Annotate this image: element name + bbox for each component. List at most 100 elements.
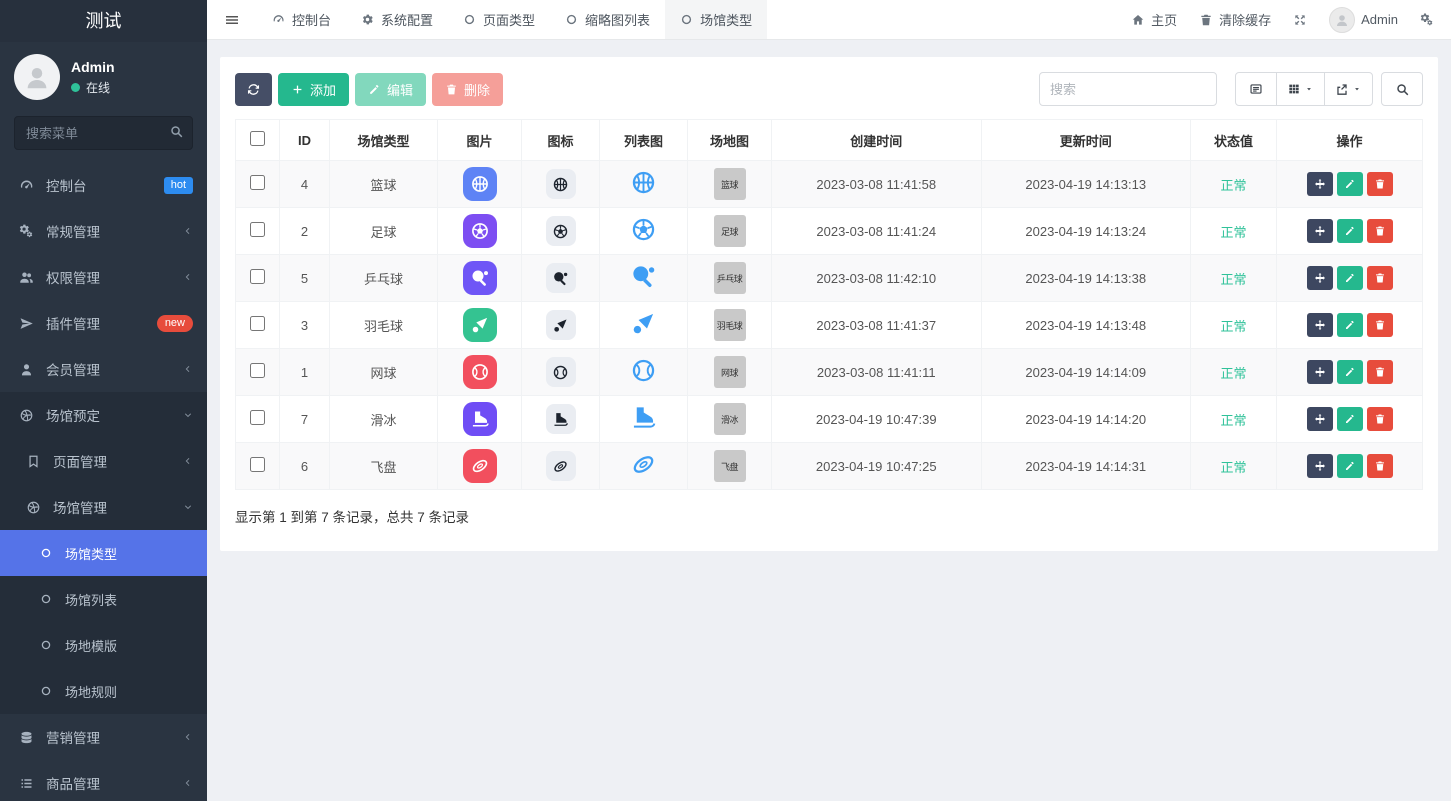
sidebar-item-venue-list[interactable]: 场馆列表: [0, 576, 207, 622]
move-row-button[interactable]: [1307, 454, 1333, 478]
badminton-list-icon[interactable]: [630, 310, 657, 337]
column-header-9[interactable]: 操作: [1277, 120, 1423, 161]
frisbee-list-icon[interactable]: [630, 451, 657, 478]
column-header-5[interactable]: 场地图: [688, 120, 772, 161]
column-header-8[interactable]: 状态值: [1191, 120, 1277, 161]
tab-system-config[interactable]: 系统配置: [346, 0, 448, 39]
delete-button[interactable]: 删除: [432, 73, 503, 106]
sidebar-item-console[interactable]: 控制台hot: [0, 162, 207, 208]
delete-row-button[interactable]: [1367, 172, 1393, 196]
column-header-6[interactable]: 创建时间: [772, 120, 982, 161]
edit-row-button[interactable]: [1337, 219, 1363, 243]
row-checkbox[interactable]: [250, 363, 265, 378]
sidebar-item-addon[interactable]: 插件管理new: [0, 300, 207, 346]
columns-button[interactable]: [1276, 72, 1325, 106]
pingpong-image[interactable]: [463, 261, 497, 295]
home-link[interactable]: 主页: [1131, 10, 1177, 29]
sidebar-item-member[interactable]: 会员管理: [0, 346, 207, 392]
sidebar-item-venue-rule[interactable]: 场地规则: [0, 668, 207, 714]
venue-map-thumbnail[interactable]: 滑冰: [714, 403, 746, 435]
row-checkbox[interactable]: [250, 222, 265, 237]
skate-image[interactable]: [463, 402, 497, 436]
move-row-button[interactable]: [1307, 266, 1333, 290]
delete-row-button[interactable]: [1367, 360, 1393, 384]
refresh-button[interactable]: [235, 73, 272, 106]
delete-row-button[interactable]: [1367, 266, 1393, 290]
venue-map-thumbnail[interactable]: 羽毛球: [714, 309, 746, 341]
advanced-search-button[interactable]: [1381, 72, 1423, 106]
edit-row-button[interactable]: [1337, 454, 1363, 478]
table-search-input[interactable]: [1039, 72, 1217, 106]
toggle-view-button[interactable]: [1235, 72, 1277, 106]
column-header-0[interactable]: ID: [280, 120, 330, 161]
sidebar-item-venue-template[interactable]: 场地模版: [0, 622, 207, 668]
skate-list-icon[interactable]: [630, 404, 657, 431]
tab-page-type[interactable]: 页面类型: [448, 0, 550, 39]
row-checkbox[interactable]: [250, 175, 265, 190]
tennis-image[interactable]: [463, 355, 497, 389]
row-checkbox[interactable]: [250, 410, 265, 425]
sidebar-item-goods[interactable]: 商品管理: [0, 760, 207, 801]
sidebar-item-auth[interactable]: 权限管理: [0, 254, 207, 300]
move-row-button[interactable]: [1307, 360, 1333, 384]
football-icon[interactable]: [546, 216, 576, 246]
move-row-button[interactable]: [1307, 172, 1333, 196]
sidebar-item-general[interactable]: 常规管理: [0, 208, 207, 254]
clear-cache-button[interactable]: 清除缓存: [1199, 10, 1271, 29]
sidebar-item-marketing[interactable]: 营销管理: [0, 714, 207, 760]
move-row-button[interactable]: [1307, 219, 1333, 243]
skate-icon[interactable]: [546, 404, 576, 434]
column-header-7[interactable]: 更新时间: [981, 120, 1191, 161]
row-checkbox[interactable]: [250, 457, 265, 472]
delete-row-button[interactable]: [1367, 454, 1393, 478]
frisbee-icon[interactable]: [546, 451, 576, 481]
badminton-icon[interactable]: [546, 310, 576, 340]
basketball-icon[interactable]: [546, 169, 576, 199]
tab-console[interactable]: 控制台: [257, 0, 346, 39]
move-row-button[interactable]: [1307, 407, 1333, 431]
pingpong-icon[interactable]: [546, 263, 576, 293]
venue-map-thumbnail[interactable]: 飞盘: [714, 450, 746, 482]
venue-map-thumbnail[interactable]: 足球: [714, 215, 746, 247]
venue-map-thumbnail[interactable]: 乒乓球: [714, 262, 746, 294]
sidebar-item-page-admin[interactable]: 页面管理: [0, 438, 207, 484]
settings-button[interactable]: [1420, 13, 1434, 27]
menu-toggle-button[interactable]: [207, 0, 257, 39]
delete-row-button[interactable]: [1367, 313, 1393, 337]
pingpong-list-icon[interactable]: [630, 263, 657, 290]
frisbee-image[interactable]: [463, 449, 497, 483]
tab-venue-type[interactable]: 场馆类型: [665, 0, 767, 39]
edit-row-button[interactable]: [1337, 407, 1363, 431]
football-list-icon[interactable]: [630, 216, 657, 243]
sidebar-item-venue-type[interactable]: 场馆类型: [0, 530, 207, 576]
export-button[interactable]: [1324, 72, 1373, 106]
row-checkbox[interactable]: [250, 316, 265, 331]
column-header-3[interactable]: 图标: [522, 120, 600, 161]
select-all-checkbox[interactable]: [250, 131, 265, 146]
tab-thumbnail-list[interactable]: 缩略图列表: [550, 0, 665, 39]
tennis-list-icon[interactable]: [630, 357, 657, 384]
basketball-list-icon[interactable]: [630, 169, 657, 196]
edit-button[interactable]: 编辑: [355, 73, 426, 106]
badminton-image[interactable]: [463, 308, 497, 342]
edit-row-button[interactable]: [1337, 266, 1363, 290]
add-button[interactable]: 添加: [278, 73, 349, 106]
edit-row-button[interactable]: [1337, 360, 1363, 384]
venue-map-thumbnail[interactable]: 篮球: [714, 168, 746, 200]
delete-row-button[interactable]: [1367, 219, 1393, 243]
sidebar-search-input[interactable]: [14, 116, 193, 150]
column-header-2[interactable]: 图片: [438, 120, 522, 161]
edit-row-button[interactable]: [1337, 313, 1363, 337]
tennis-icon[interactable]: [546, 357, 576, 387]
fullscreen-button[interactable]: [1293, 13, 1307, 27]
column-header-1[interactable]: 场馆类型: [330, 120, 438, 161]
move-row-button[interactable]: [1307, 313, 1333, 337]
delete-row-button[interactable]: [1367, 407, 1393, 431]
basketball-image[interactable]: [463, 167, 497, 201]
sidebar-item-venue-admin[interactable]: 场馆管理: [0, 484, 207, 530]
football-image[interactable]: [463, 214, 497, 248]
edit-row-button[interactable]: [1337, 172, 1363, 196]
row-checkbox[interactable]: [250, 269, 265, 284]
sidebar-item-venue-booking[interactable]: 场馆预定: [0, 392, 207, 438]
venue-map-thumbnail[interactable]: 网球: [714, 356, 746, 388]
